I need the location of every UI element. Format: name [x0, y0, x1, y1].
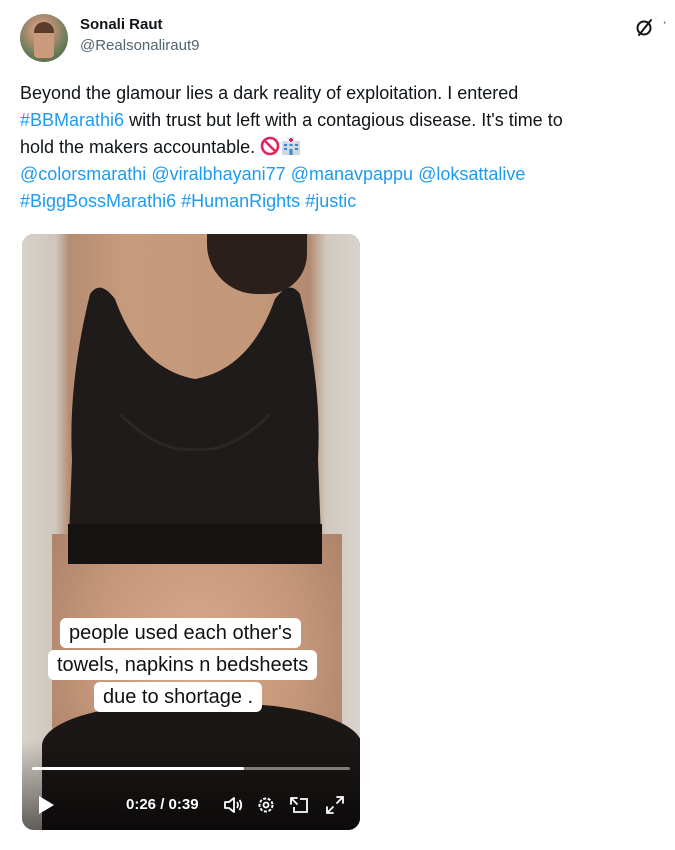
- tweet-line1: Beyond the glamour lies a dark reality o…: [20, 83, 519, 103]
- fullscreen-icon[interactable]: [324, 794, 346, 816]
- mention-viralbhayani77[interactable]: @viralbhayani77: [151, 164, 285, 184]
- video-progress-fill: [32, 767, 245, 770]
- hashtag-humanrights[interactable]: #HumanRights: [181, 191, 300, 211]
- picture-in-picture-icon[interactable]: [288, 794, 310, 816]
- hashtag-justic[interactable]: #justic: [305, 191, 356, 211]
- no-entry-emoji: [260, 136, 280, 156]
- video-caption-line2: towels, napkins n bedsheets: [48, 650, 318, 680]
- mention-manavpappu[interactable]: @manavpappu: [291, 164, 413, 184]
- hospital-emoji: [282, 137, 301, 155]
- volume-icon[interactable]: [222, 794, 244, 816]
- mention-colorsmarathi[interactable]: @colorsmarathi: [20, 164, 146, 184]
- video-caption-line3: due to shortage .: [94, 682, 263, 712]
- video-caption-line1: people used each other's: [60, 618, 301, 648]
- tweet-line3: hold the makers accountable.: [20, 137, 261, 157]
- author-handle[interactable]: @Realsonaliraut9: [80, 37, 199, 54]
- grok-icon[interactable]: [634, 16, 656, 38]
- video-progress-bar[interactable]: [32, 767, 350, 770]
- video-garment: [68, 287, 322, 564]
- settings-icon[interactable]: [255, 794, 277, 816]
- avatar[interactable]: [20, 14, 68, 62]
- tweet: Sonali Raut @Realsonaliraut9 · Beyond th…: [0, 0, 675, 850]
- video-time: 0:26 / 0:39: [126, 796, 199, 813]
- mention-loksattalive[interactable]: @loksattalive: [418, 164, 525, 184]
- author-name[interactable]: Sonali Raut: [80, 16, 163, 33]
- play-icon[interactable]: [36, 794, 56, 816]
- hashtag-biggbossmarathi6[interactable]: #BiggBossMarathi6: [20, 191, 176, 211]
- more-options-icon[interactable]: ·: [662, 14, 672, 36]
- tweet-text: Beyond the glamour lies a dark reality o…: [20, 80, 660, 215]
- tweet-line2: with trust but left with a contagious di…: [124, 110, 563, 130]
- hashtag-bbmarathi6[interactable]: #BBMarathi6: [20, 110, 124, 130]
- video-player[interactable]: people used each other's towels, napkins…: [22, 234, 360, 830]
- video-controls-overlay: [22, 740, 360, 830]
